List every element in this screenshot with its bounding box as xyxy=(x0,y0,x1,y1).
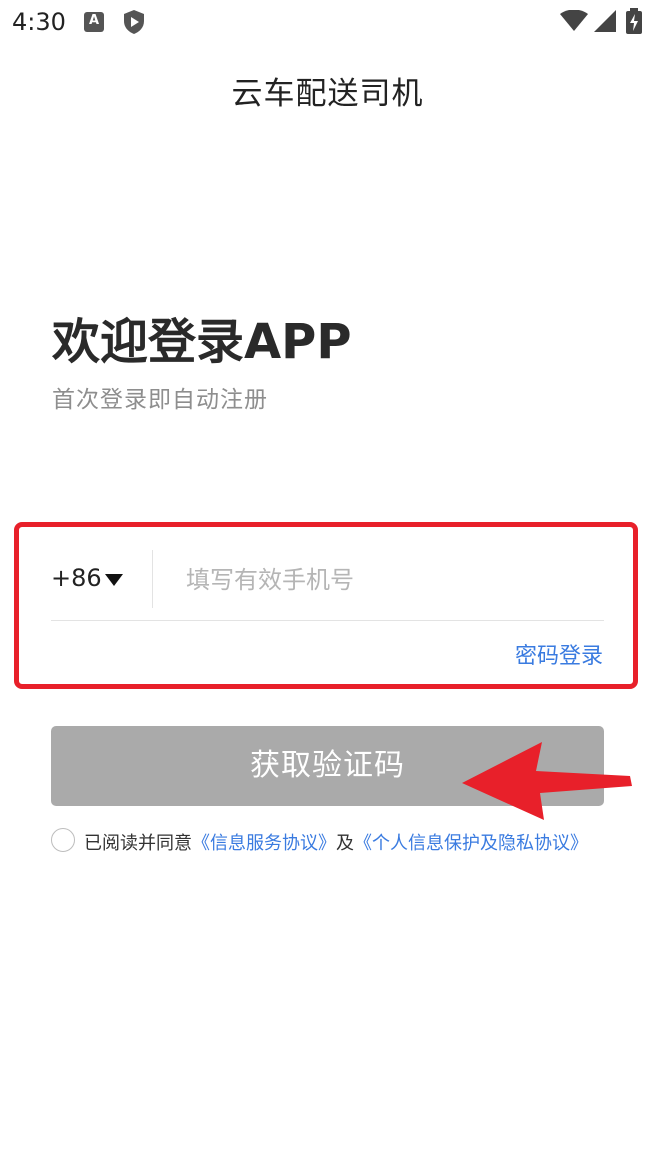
input-underline xyxy=(51,620,604,621)
battery-icon xyxy=(626,8,642,34)
agreement-checkbox[interactable] xyxy=(51,828,75,852)
welcome-title: 欢迎登录APP xyxy=(52,314,352,370)
welcome-subtitle: 首次登录即自动注册 xyxy=(52,387,268,413)
privacy-agreement-link[interactable]: 《个人信息保护及隐私协议》 xyxy=(354,833,588,854)
text-a-icon: A xyxy=(84,12,104,32)
status-bar: 4:30 A xyxy=(0,0,655,46)
phone-number-input[interactable] xyxy=(186,558,596,602)
signal-icon xyxy=(594,10,616,32)
agreement-conjunction: 及 xyxy=(336,833,354,854)
app-title: 云车配送司机 xyxy=(231,76,424,112)
password-login-link[interactable]: 密码登录 xyxy=(515,638,603,670)
play-shield-icon xyxy=(124,10,144,34)
service-agreement-link[interactable]: 《信息服务协议》 xyxy=(192,833,336,854)
agreement-prefix: 已阅读并同意 xyxy=(84,833,192,854)
country-code-selector[interactable]: +86 xyxy=(51,564,102,592)
caret-down-icon[interactable] xyxy=(105,574,123,586)
agreement-text: 已阅读并同意《信息服务协议》及《个人信息保护及隐私协议》 xyxy=(84,829,588,855)
status-time: 4:30 xyxy=(12,8,66,36)
text-a-icon-label: A xyxy=(88,13,100,28)
input-divider xyxy=(152,550,153,608)
wifi-icon xyxy=(560,10,588,31)
arrow-left-icon xyxy=(462,742,632,820)
